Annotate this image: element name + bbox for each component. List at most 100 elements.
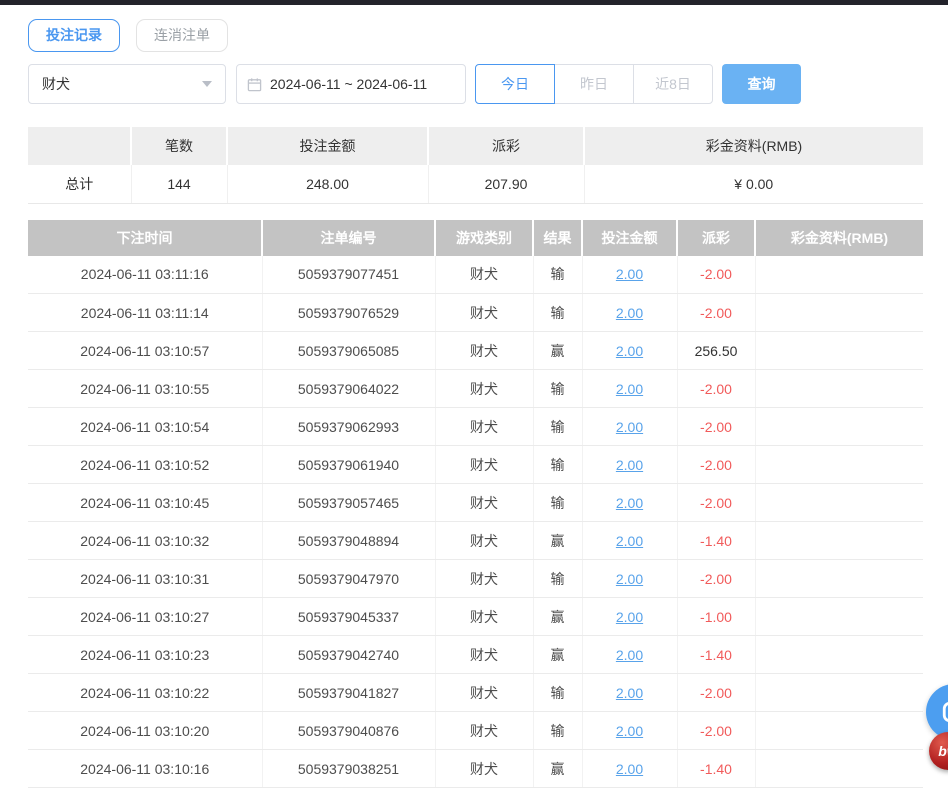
filter-bar: 财犬 2024-06-11 ~ 2024-06-11 今日 昨日 近8日 查询	[28, 64, 923, 104]
cell-bet-amount: 2.00	[582, 370, 677, 408]
summary-header-count: 笔数	[131, 127, 227, 165]
table-row: 2024-06-11 03:10:315059379047970财犬输2.00-…	[28, 560, 923, 598]
cell-bet-time: 2024-06-11 03:10:32	[28, 522, 262, 560]
bet-amount-link[interactable]: 2.00	[616, 457, 643, 473]
cell-result: 赢	[533, 598, 582, 636]
cell-result: 输	[533, 408, 582, 446]
cell-payout: -2.00	[677, 294, 755, 332]
table-row: 2024-06-11 03:10:325059379048894财犬赢2.00-…	[28, 522, 923, 560]
cell-bonus	[755, 712, 923, 750]
summary-total-bonus: ¥ 0.00	[584, 165, 923, 203]
header-bonus: 彩金资料(RMB)	[755, 220, 923, 256]
date-range-input[interactable]: 2024-06-11 ~ 2024-06-11	[236, 64, 466, 104]
cell-payout: -1.40	[677, 750, 755, 788]
summary-total-count: 144	[131, 165, 227, 203]
header-payout: 派彩	[677, 220, 755, 256]
summary-header-payout: 派彩	[428, 127, 584, 165]
bet-amount-link[interactable]: 2.00	[616, 305, 643, 321]
cell-bet-time: 2024-06-11 03:10:22	[28, 674, 262, 712]
cell-order-no: 5059379076529	[262, 294, 435, 332]
tab-bet-records[interactable]: 投注记录	[28, 19, 120, 52]
cell-bet-time: 2024-06-11 03:10:16	[28, 750, 262, 788]
summary-table: 笔数 投注金额 派彩 彩金资料(RMB) 总计 144 248.00 207.9…	[28, 127, 923, 204]
cell-bet-amount: 2.00	[582, 750, 677, 788]
header-bet-time: 下注时间	[28, 220, 262, 256]
cell-game-type: 财犬	[435, 674, 533, 712]
summary-total-label: 总计	[28, 165, 131, 203]
table-row: 2024-06-11 03:10:575059379065085财犬赢2.002…	[28, 332, 923, 370]
cell-game-type: 财犬	[435, 408, 533, 446]
cell-bet-amount: 2.00	[582, 294, 677, 332]
cell-bet-time: 2024-06-11 03:10:31	[28, 560, 262, 598]
bet-amount-link[interactable]: 2.00	[616, 266, 643, 282]
bet-amount-link[interactable]: 2.00	[616, 419, 643, 435]
bet-amount-link[interactable]: 2.00	[616, 343, 643, 359]
cell-bet-amount: 2.00	[582, 674, 677, 712]
cell-payout: -1.40	[677, 522, 755, 560]
cell-result: 赢	[533, 522, 582, 560]
cell-bonus	[755, 598, 923, 636]
cell-payout: -2.00	[677, 712, 755, 750]
header-bet-amount: 投注金额	[582, 220, 677, 256]
cell-order-no: 5059379040876	[262, 712, 435, 750]
brand-logo-text: bw	[938, 743, 948, 759]
cell-result: 输	[533, 712, 582, 750]
cell-order-no: 5059379064022	[262, 370, 435, 408]
cell-bet-amount: 2.00	[582, 636, 677, 674]
cell-payout: -1.00	[677, 598, 755, 636]
chat-icon	[941, 699, 948, 725]
tab-cancelled-orders[interactable]: 连消注单	[136, 19, 228, 52]
cell-bonus	[755, 560, 923, 598]
game-select[interactable]: 财犬	[28, 64, 226, 104]
bet-amount-link[interactable]: 2.00	[616, 381, 643, 397]
quick-range-group: 今日 昨日 近8日	[475, 64, 713, 104]
query-button[interactable]: 查询	[722, 64, 801, 104]
cell-bet-amount: 2.00	[582, 256, 677, 294]
cell-order-no: 5059379065085	[262, 332, 435, 370]
table-row: 2024-06-11 03:10:225059379041827财犬输2.00-…	[28, 674, 923, 712]
cell-bonus	[755, 484, 923, 522]
bet-amount-link[interactable]: 2.00	[616, 761, 643, 777]
cell-game-type: 财犬	[435, 332, 533, 370]
range-today-button[interactable]: 今日	[475, 64, 555, 104]
bet-table-body: 2024-06-11 03:11:165059379077451财犬输2.00-…	[28, 256, 923, 788]
cell-order-no: 5059379038251	[262, 750, 435, 788]
cell-bonus	[755, 674, 923, 712]
cell-game-type: 财犬	[435, 522, 533, 560]
cell-bonus	[755, 408, 923, 446]
cell-bet-time: 2024-06-11 03:10:57	[28, 332, 262, 370]
cell-result: 输	[533, 484, 582, 522]
cell-game-type: 财犬	[435, 256, 533, 294]
cell-game-type: 财犬	[435, 636, 533, 674]
cell-payout: -1.40	[677, 636, 755, 674]
bet-amount-link[interactable]: 2.00	[616, 571, 643, 587]
cell-payout: -2.00	[677, 484, 755, 522]
bet-amount-link[interactable]: 2.00	[616, 533, 643, 549]
cell-result: 赢	[533, 332, 582, 370]
cell-bonus	[755, 332, 923, 370]
cell-bet-time: 2024-06-11 03:11:16	[28, 256, 262, 294]
range-yesterday-button[interactable]: 昨日	[554, 64, 634, 104]
cell-bet-amount: 2.00	[582, 408, 677, 446]
cell-order-no: 5059379062993	[262, 408, 435, 446]
table-row: 2024-06-11 03:10:555059379064022财犬输2.00-…	[28, 370, 923, 408]
cell-result: 输	[533, 446, 582, 484]
cell-result: 赢	[533, 750, 582, 788]
cell-payout: -2.00	[677, 408, 755, 446]
cell-payout: -2.00	[677, 370, 755, 408]
bet-amount-link[interactable]: 2.00	[616, 723, 643, 739]
range-last8days-button[interactable]: 近8日	[633, 64, 713, 104]
table-row: 2024-06-11 03:10:525059379061940财犬输2.00-…	[28, 446, 923, 484]
cell-payout: -2.00	[677, 674, 755, 712]
bet-amount-link[interactable]: 2.00	[616, 685, 643, 701]
date-range-value: 2024-06-11 ~ 2024-06-11	[270, 76, 427, 92]
bet-amount-link[interactable]: 2.00	[616, 647, 643, 663]
summary-header-blank	[28, 127, 131, 165]
table-row: 2024-06-11 03:10:235059379042740财犬赢2.00-…	[28, 636, 923, 674]
cell-bet-time: 2024-06-11 03:10:20	[28, 712, 262, 750]
bet-amount-link[interactable]: 2.00	[616, 609, 643, 625]
cell-result: 输	[533, 370, 582, 408]
table-row: 2024-06-11 03:10:165059379038251财犬赢2.00-…	[28, 750, 923, 788]
bet-amount-link[interactable]: 2.00	[616, 495, 643, 511]
cell-bet-amount: 2.00	[582, 712, 677, 750]
